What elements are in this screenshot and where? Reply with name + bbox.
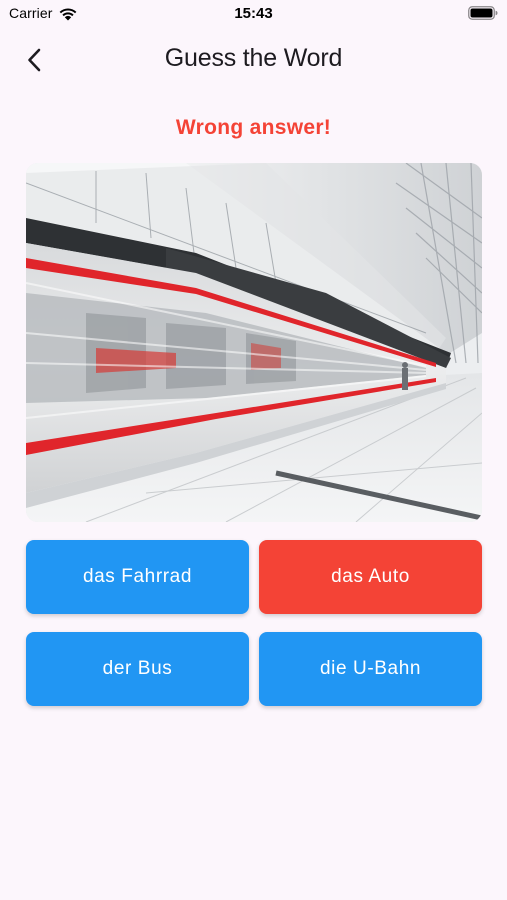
page-title: Guess the Word <box>164 44 343 72</box>
subway-train-illustration <box>26 163 482 522</box>
quiz-image <box>26 163 482 522</box>
status-time: 15:43 <box>234 5 273 22</box>
answer-button[interactable]: der Bus <box>26 632 249 706</box>
feedback-message: Wrong answer! <box>175 116 332 139</box>
answer-grid: das Fahrrad das Auto der Bus die U-Bahn <box>26 540 482 706</box>
app-bar: Guess the Word <box>0 30 507 90</box>
battery-icon <box>468 6 498 20</box>
answer-button-wrong[interactable]: das Auto <box>259 540 482 614</box>
status-bar: Carrier 15:43 <box>0 0 507 28</box>
answer-button[interactable]: das Fahrrad <box>26 540 249 614</box>
answer-button[interactable]: die U-Bahn <box>259 632 482 706</box>
